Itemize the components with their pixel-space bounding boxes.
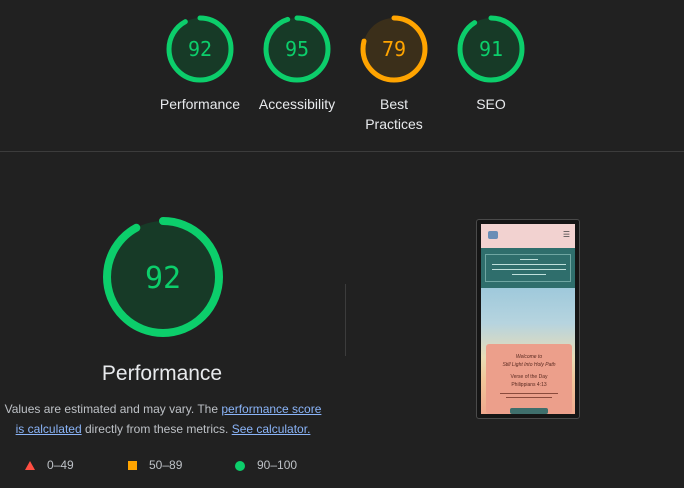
- site-header: ☰: [481, 224, 575, 248]
- score-gauges: 92 Performance 95 Accessibility 79 Best …: [0, 0, 684, 150]
- svg-text:95: 95: [285, 37, 309, 61]
- svg-text:92: 92: [188, 37, 212, 61]
- quote-line: [512, 274, 546, 275]
- card-line: [506, 397, 552, 398]
- performance-gauge-large: 92: [102, 216, 224, 338]
- gauge-ring: 92: [103, 217, 223, 337]
- card-text: Philippians 4:13: [511, 382, 547, 388]
- desc-text: Values are estimated and may vary. The: [4, 402, 222, 416]
- screenshot-content: ☰ Welcome to Still Light Into Holy Path …: [481, 224, 575, 414]
- square-icon: [128, 461, 137, 471]
- hamburger-menu-icon: ☰: [562, 230, 570, 239]
- quote-line: [492, 269, 566, 270]
- svg-text:79: 79: [382, 37, 406, 61]
- quote-line: [492, 264, 566, 265]
- site-logo-icon: [488, 231, 498, 239]
- section-divider: [0, 151, 684, 152]
- lighthouse-report: 92 Performance 95 Accessibility 79 Best …: [0, 0, 684, 488]
- card-text: Still Light Into Holy Path: [502, 362, 556, 368]
- see-calculator-link[interactable]: See calculator.: [232, 422, 311, 436]
- legend-pass: 90–100: [235, 456, 297, 474]
- vertical-divider: [345, 284, 346, 356]
- triangle-icon: [25, 461, 35, 471]
- legend-average: 50–89: [128, 456, 182, 474]
- final-screenshot-thumbnail[interactable]: ☰ Welcome to Still Light Into Holy Path …: [476, 219, 580, 419]
- quote-box: [485, 254, 571, 282]
- gauge-ring: 79: [360, 15, 428, 83]
- performance-description: Values are estimated and may vary. The p…: [0, 399, 326, 439]
- gauge-label: Accessibility: [258, 96, 336, 112]
- performance-title: Performance: [101, 362, 223, 385]
- card-text: Welcome to: [515, 354, 543, 360]
- quote-banner: [481, 248, 575, 288]
- circle-icon: [235, 460, 245, 471]
- gauge-ring: 92: [166, 15, 234, 83]
- gauge-performance[interactable]: 92 Performance: [150, 14, 250, 114]
- gauge-seo[interactable]: 91 SEO: [441, 14, 541, 114]
- gauge-label: Performance: [159, 96, 241, 112]
- gauge-ring: 91: [457, 15, 525, 83]
- welcome-card: Welcome to Still Light Into Holy Path Ve…: [486, 344, 572, 414]
- gauge-ring: 95: [263, 15, 331, 83]
- card-button: [510, 408, 548, 414]
- card-line: [500, 393, 558, 394]
- legend-fail: 0–49: [25, 456, 74, 474]
- gauge-accessibility[interactable]: 95 Accessibility: [247, 14, 347, 114]
- quote-line: [520, 259, 538, 260]
- gauge-label: SEO: [476, 96, 506, 112]
- performance-score-value: 92: [145, 261, 181, 296]
- desc-text: directly from these metrics.: [81, 422, 232, 436]
- gauge-best-practices[interactable]: 79 Best Practices: [344, 14, 444, 134]
- gauge-label: Best Practices: [365, 96, 423, 132]
- card-text: Verse of the Day: [510, 374, 548, 380]
- svg-text:91: 91: [479, 37, 503, 61]
